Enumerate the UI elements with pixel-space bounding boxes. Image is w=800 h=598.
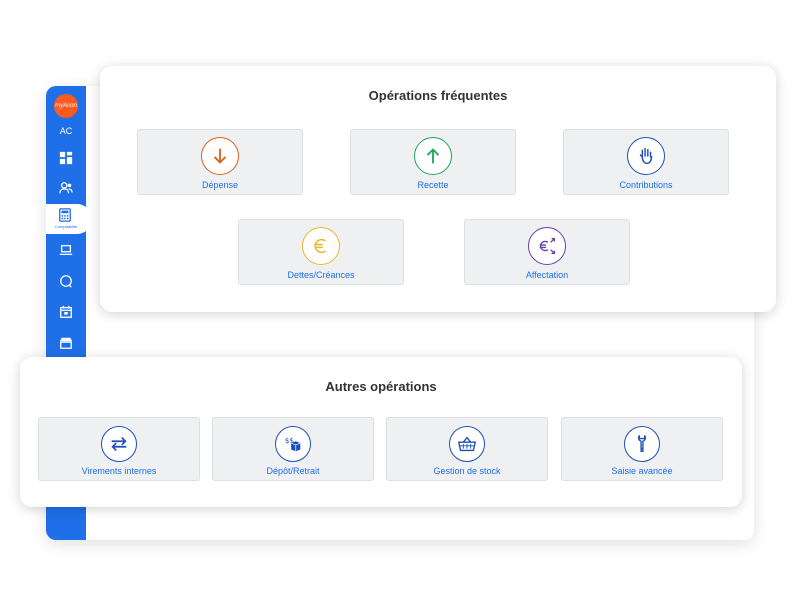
other-operations-card: Autres opérations Virements internes $$ … [20, 357, 742, 507]
shop-icon[interactable] [58, 335, 74, 351]
recette-tile[interactable]: Recette [350, 129, 516, 195]
chat-icon[interactable] [58, 273, 74, 289]
depot-retrait-tile[interactable]: $$ Dépôt/Retrait [212, 417, 374, 481]
stage: myAcon AC Comptabilité Opérations fréque… [0, 0, 800, 598]
calendar-icon[interactable] [58, 304, 74, 320]
transfer-arrows-icon [101, 426, 137, 462]
tile-label: Contributions [619, 180, 673, 190]
hand-icon [627, 137, 665, 175]
app-logo[interactable]: myAcon [54, 94, 78, 118]
sidebar-item-comptabilite[interactable]: Comptabilité [46, 204, 92, 234]
euro-exchange-icon [528, 227, 566, 265]
tile-label: Saisie avancée [611, 466, 673, 476]
laptop-icon[interactable] [58, 242, 74, 258]
tile-label: Gestion de stock [433, 466, 501, 476]
basket-icon [449, 426, 485, 462]
calculator-icon [58, 208, 72, 222]
tile-label: Recette [417, 180, 449, 190]
tile-label: Virements internes [81, 466, 157, 476]
virements-internes-tile[interactable]: Virements internes [38, 417, 200, 481]
saisie-avancee-tile[interactable]: Saisie avancée [561, 417, 723, 481]
user-initials[interactable]: AC [46, 126, 86, 136]
frequent-operations-title: Opérations fréquentes [368, 88, 508, 103]
affectation-tile[interactable]: Affectation [464, 219, 630, 285]
tile-label: Dépense [201, 180, 239, 190]
frequent-operations-card: Opérations fréquentes Dépense Recette Co… [100, 66, 776, 312]
users-icon[interactable] [58, 180, 74, 196]
tile-label: Dépôt/Retrait [266, 466, 320, 476]
tile-label: Dettes/Créances [287, 270, 355, 280]
arrow-up-icon [414, 137, 452, 175]
gestion-de-stock-tile[interactable]: Gestion de stock [386, 417, 548, 481]
other-operations-title: Autres opérations [325, 379, 437, 394]
tile-label: Affectation [525, 270, 569, 280]
arrow-down-icon [201, 137, 239, 175]
depense-tile[interactable]: Dépense [137, 129, 303, 195]
dettes-creances-tile[interactable]: Dettes/Créances [238, 219, 404, 285]
money-box-icon: $$ [275, 426, 311, 462]
contributions-tile[interactable]: Contributions [563, 129, 729, 195]
euro-icon [302, 227, 340, 265]
wrench-icon [624, 426, 660, 462]
sidebar-item-label: Comptabilité [54, 224, 78, 229]
dashboard-icon[interactable] [58, 150, 74, 166]
